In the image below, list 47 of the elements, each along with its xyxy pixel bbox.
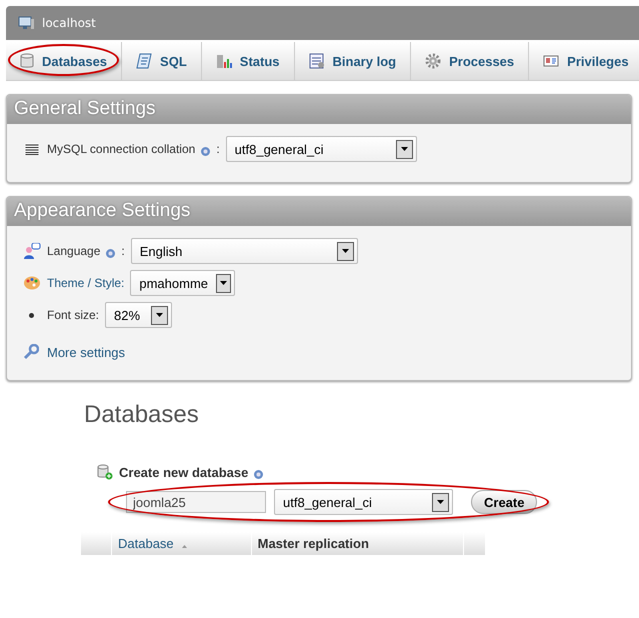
select-field[interactable]: pmahomme <box>130 270 236 296</box>
scroll-icon <box>136 53 152 69</box>
select-field[interactable]: utf8_general_ci <box>226 136 417 162</box>
setting-label: MySQL connection collation <box>47 142 196 156</box>
panel-title: Appearance Settings <box>7 197 631 226</box>
setting-label: Language <box>47 244 100 258</box>
bullet-icon <box>29 312 34 318</box>
tab[interactable]: Privileges <box>529 42 639 80</box>
colon: : <box>121 244 125 258</box>
database-name-field[interactable]: joomla25 <box>126 491 266 513</box>
id-card-icon <box>543 54 560 68</box>
setting-label: Font size: <box>47 308 100 322</box>
setting-link[interactable]: Theme / Style: <box>47 276 124 290</box>
database-add-icon <box>97 464 113 480</box>
server-title: localhost <box>42 16 96 30</box>
gear-icon <box>425 53 442 69</box>
dropdown-arrow-icon <box>437 500 444 504</box>
monitor-icon <box>18 16 34 30</box>
palette-icon <box>23 276 41 290</box>
list-icon <box>23 144 41 154</box>
tab[interactable]: SQL <box>122 42 202 80</box>
dropdown-arrow-icon <box>156 313 164 317</box>
tab[interactable]: Binary log <box>294 42 412 80</box>
create-button[interactable]: Create <box>471 490 538 514</box>
colon: : <box>216 142 220 156</box>
database-icon <box>20 53 34 69</box>
panel-title: General Settings <box>7 95 631 124</box>
section-label: Create new database <box>119 464 248 480</box>
select-field[interactable]: English <box>130 238 358 264</box>
person-speech-icon <box>23 243 41 259</box>
log-icon <box>308 53 325 69</box>
tab[interactable]: Processes <box>411 42 530 80</box>
dropdown-arrow-icon <box>400 147 408 151</box>
bar-chart-icon <box>216 53 232 69</box>
page-heading: Databases <box>84 401 200 429</box>
more-settings-link[interactable]: More settings <box>47 344 126 360</box>
help-icon[interactable] <box>201 146 210 156</box>
column-header: Master replication <box>251 532 464 555</box>
help-icon[interactable] <box>254 470 264 478</box>
help-icon[interactable] <box>106 248 116 258</box>
column-header[interactable]: Database <box>112 532 252 555</box>
tab[interactable]: Status <box>202 42 295 80</box>
tab[interactable]: Databases <box>6 42 122 80</box>
dropdown-arrow-icon <box>220 281 228 285</box>
collation-select[interactable]: utf8_general_ci <box>274 489 453 515</box>
dropdown-arrow-icon <box>342 249 349 253</box>
select-field[interactable]: 82% <box>105 302 172 328</box>
